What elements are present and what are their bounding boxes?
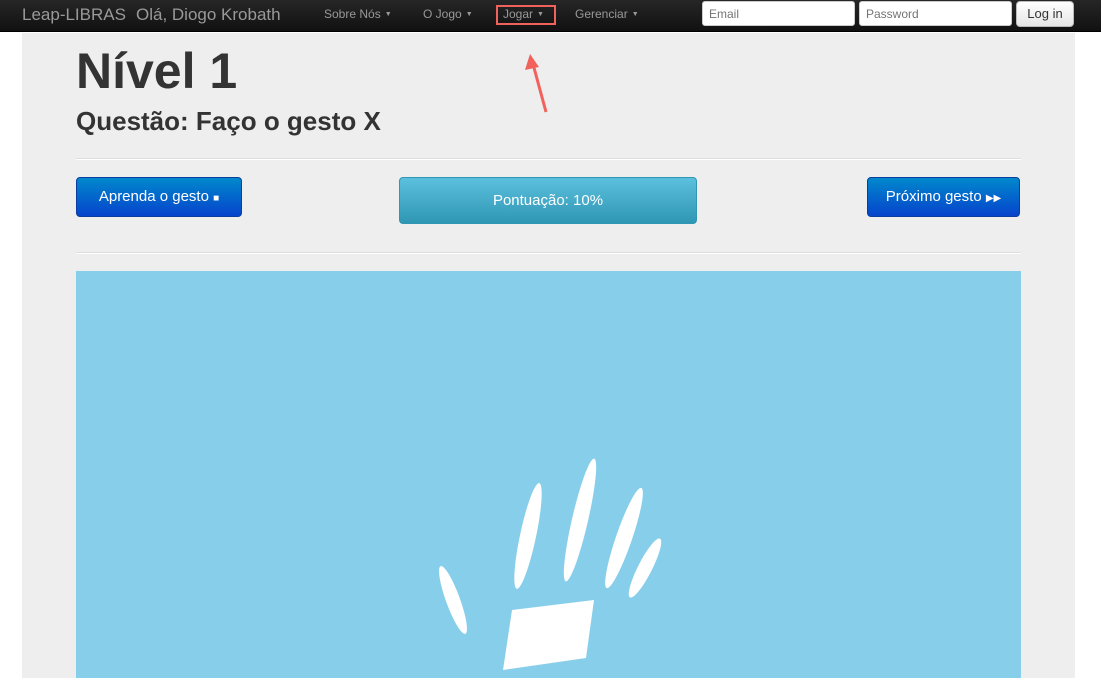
fast-forward-icon: ▶▶ xyxy=(985,193,1002,204)
learn-gesture-button[interactable]: Aprenda o gesto ■ xyxy=(76,177,242,217)
password-input[interactable] xyxy=(859,1,1012,26)
score-display: Pontuação: 10% xyxy=(399,177,697,224)
button-label: Aprenda o gesto xyxy=(98,188,209,205)
main-container: Nível 1 Questão: Faço o gesto X Aprenda … xyxy=(22,33,1075,678)
finger-index xyxy=(514,483,542,589)
menu-sobre-nos[interactable]: Sobre Nós ▼ xyxy=(324,7,392,21)
finger-thumb xyxy=(439,566,467,634)
menu-label: Gerenciar xyxy=(575,7,628,21)
brand-link[interactable]: Leap-LIBRAS xyxy=(22,5,126,25)
caret-down-icon: ▼ xyxy=(465,11,473,18)
leap-motion-stage[interactable] xyxy=(76,271,1021,678)
video-camera-icon: ■ xyxy=(213,193,220,204)
finger-pinky xyxy=(628,538,662,598)
menu-label: O Jogo xyxy=(423,7,462,21)
user-greeting[interactable]: Olá, Diogo Krobath xyxy=(136,5,281,25)
login-button[interactable]: Log in xyxy=(1016,1,1074,27)
finger-middle xyxy=(563,458,597,582)
navbar: Leap-LIBRAS Olá, Diogo Krobath Sobre Nós… xyxy=(0,0,1101,32)
level-title: Nível 1 xyxy=(76,43,238,99)
next-gesture-button[interactable]: Próximo gesto ▶▶ xyxy=(867,177,1020,217)
palm xyxy=(503,600,594,670)
email-input[interactable] xyxy=(702,1,855,26)
button-label: Próximo gesto xyxy=(885,188,982,205)
menu-label: Sobre Nós xyxy=(324,7,381,21)
hand-visualization xyxy=(439,458,662,670)
divider xyxy=(76,252,1021,254)
caret-down-icon: ▼ xyxy=(384,11,392,18)
menu-o-jogo[interactable]: O Jogo ▼ xyxy=(423,7,473,21)
caret-down-icon: ▼ xyxy=(631,11,639,18)
question-text: Questão: Faço o gesto X xyxy=(76,106,381,136)
annotation-highlight-box xyxy=(496,5,556,25)
menu-gerenciar[interactable]: Gerenciar ▼ xyxy=(575,7,639,21)
divider xyxy=(76,158,1021,160)
